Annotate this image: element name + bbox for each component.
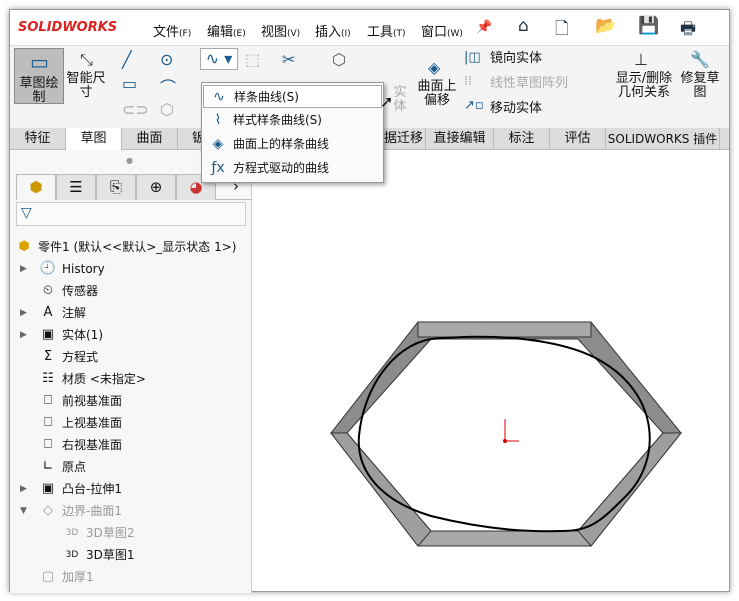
solidworks-logo: SOLIDWORKS	[18, 20, 118, 35]
sketch-icon: ▭	[30, 50, 49, 74]
title-bar: SOLIDWORKS 文件(F) 编辑(E) 视图(V) 插入(I) 工具(T)…	[10, 10, 729, 46]
feature-manager-tab-icon[interactable]: ⬢	[16, 174, 56, 200]
linear-pattern-button[interactable]: 线性草图阵列	[490, 77, 568, 91]
top-plane-icon: ⎕	[44, 415, 52, 430]
menu-item-spline-on-surface[interactable]: ◈ 曲面上的样条曲线	[203, 133, 382, 156]
right-plane-icon: ⎕	[44, 437, 52, 452]
construction-geometry-icon[interactable]: ⬚	[245, 50, 260, 69]
dimxpert-tab-icon[interactable]: ⊕	[136, 174, 176, 200]
relations-icon: ⊥	[634, 50, 648, 69]
menu-file[interactable]: 文件(F)	[153, 21, 191, 40]
save-icon[interactable]: 💾	[638, 16, 659, 36]
annotations-icon: A	[43, 305, 53, 320]
hexagon-face-top	[417, 321, 592, 338]
move-entities-button[interactable]: 移动实体	[490, 102, 542, 116]
thicken-icon: ▢	[41, 569, 55, 584]
spline-dropdown-button[interactable]: ∿ ▾	[200, 48, 238, 70]
spline-on-surface-icon: ◈	[212, 136, 224, 152]
front-plane-icon: ⎕	[44, 393, 52, 408]
trim-icon[interactable]: ✂	[282, 50, 295, 69]
solidworks-window: SOLIDWORKS 文件(F) 编辑(E) 视图(V) 插入(I) 工具(T)…	[9, 9, 731, 593]
origin-icon: ∟	[42, 459, 54, 474]
tab-surfaces[interactable]: 曲面	[122, 128, 178, 150]
expand-arrow-icon[interactable]: ▶	[20, 478, 32, 500]
rectangle-icon[interactable]: ▭	[122, 74, 137, 93]
menu-edit[interactable]: 编辑(E)	[207, 21, 246, 40]
spline-dropdown-menu: ∿ 样条曲线(S) ⌇ 样式样条曲线(S) ◈ 曲面上的样条曲线 ƒx 方程式驱动的曲线	[201, 82, 384, 183]
mirror-entities-button[interactable]: 镜向实体	[490, 52, 542, 66]
mirror-icon: |◫	[464, 50, 481, 65]
spline-icon: ∿	[213, 89, 225, 105]
menu-window[interactable]: 窗口(W)	[421, 21, 463, 40]
equation-curve-icon: ƒx	[211, 160, 225, 176]
repair-sketch-icon: 🔧	[690, 50, 710, 69]
filter-icon: ▽	[21, 205, 32, 221]
convert-entities-icon[interactable]: ⬡	[332, 50, 346, 69]
boss-extrude-icon: ▣	[41, 481, 55, 496]
menu-tools[interactable]: 工具(T)	[367, 21, 406, 40]
history-icon: 🕘	[39, 261, 57, 276]
menu-item-equation-curve[interactable]: ƒx 方程式驱动的曲线	[203, 157, 382, 180]
property-manager-tab-icon[interactable]: ☰	[56, 174, 96, 200]
graphics-viewport[interactable]	[253, 150, 731, 593]
open-file-icon[interactable]: 📂	[595, 16, 616, 36]
display-delete-relations-button[interactable]: 显示/删除几何关系	[612, 72, 676, 100]
feature-manager-panel: ● ⬢ ☰ ⎘ ⊕ ◕ › ▽ ⬢ 零件1 (默认<<默认>_显示状态 1>) ▶…	[10, 150, 252, 593]
smart-dimension-icon: ⤡	[80, 50, 93, 69]
3d-sketch2-icon: 3D	[65, 528, 79, 538]
tab-features[interactable]: 特征	[10, 128, 66, 150]
splitter-handle[interactable]: ●	[126, 156, 133, 165]
configuration-manager-tab-icon[interactable]: ⎘	[96, 174, 136, 200]
mouse-cursor-icon: ➚	[380, 92, 394, 111]
slot-icon[interactable]: ⊂⊃	[122, 100, 149, 119]
circle-icon[interactable]: ⊙	[160, 50, 173, 69]
menu-insert[interactable]: 插入(I)	[315, 21, 351, 40]
expand-arrow-icon[interactable]: ▼	[20, 500, 32, 522]
repair-sketch-button[interactable]: 修复草图	[678, 72, 722, 100]
tab-sketch[interactable]: 草图	[66, 128, 122, 151]
move-icon: ↗▫	[464, 98, 484, 113]
tab-markup[interactable]: 标注	[494, 128, 550, 150]
boundary-surface-icon: ◇	[43, 503, 53, 518]
pin-icon[interactable]: 📌	[476, 20, 492, 35]
linear-pattern-icon: ⁞⁞	[464, 74, 473, 89]
home-icon[interactable]: ⌂	[518, 16, 529, 36]
new-file-icon[interactable]: 🗋	[555, 16, 569, 45]
tab-direct-editing[interactable]: 直接编辑	[426, 128, 494, 150]
offset-on-surface-button[interactable]: 曲面上偏移	[414, 80, 460, 108]
expand-arrow-icon[interactable]: ▶	[20, 258, 32, 280]
tab-evaluate[interactable]: 评估	[550, 128, 606, 150]
menu-view[interactable]: 视图(V)	[261, 21, 300, 40]
offset-on-surface-icon: ◈	[428, 58, 441, 77]
line-icon[interactable]: ╱	[122, 50, 132, 69]
expand-arrow-icon[interactable]: ▶	[20, 302, 32, 324]
arc-icon[interactable]: ⌒	[160, 74, 176, 98]
solid-bodies-icon: ▣	[41, 327, 55, 342]
expand-arrow-icon[interactable]: ▶	[20, 324, 32, 346]
material-icon: ☷	[42, 371, 54, 386]
hexagon-face-bottom	[417, 530, 592, 547]
equations-icon: Σ	[43, 349, 53, 364]
filter-box[interactable]: ▽	[16, 202, 246, 226]
3d-sketch1-icon: 3D	[65, 550, 79, 560]
print-icon[interactable]: 🖶	[680, 16, 696, 45]
part-icon: ⬢	[18, 239, 30, 254]
polygon-icon[interactable]: ⬡	[160, 100, 174, 119]
style-spline-icon: ⌇	[214, 112, 222, 128]
tab-solidworks-addins[interactable]: SOLIDWORKS 插件	[606, 128, 720, 150]
sensors-icon: ⏲	[42, 283, 54, 298]
menu-item-style-spline[interactable]: ⌇ 样式样条曲线(S)	[203, 109, 382, 132]
menu-item-spline[interactable]: ∿ 样条曲线(S)	[203, 85, 382, 108]
